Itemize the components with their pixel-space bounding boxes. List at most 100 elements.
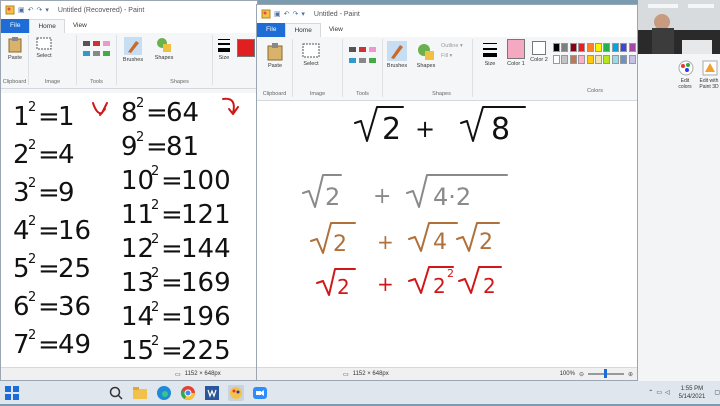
edit-colors-button[interactable] <box>678 60 694 76</box>
save-icon[interactable]: ▣ <box>18 6 25 14</box>
select-button[interactable]: Select <box>299 43 323 67</box>
color2-button[interactable]: Color 2 <box>529 41 549 63</box>
search-icon[interactable] <box>108 385 124 401</box>
palette-swatch[interactable] <box>611 43 619 52</box>
palette-swatch[interactable] <box>561 43 569 52</box>
chevron-up-icon[interactable]: ⌃ <box>648 389 653 396</box>
palette-swatch[interactable] <box>578 43 586 52</box>
save-icon[interactable]: ▣ <box>274 10 281 18</box>
color1-swatch[interactable] <box>237 39 255 57</box>
palette-swatch[interactable] <box>569 55 577 64</box>
equals-sign: = <box>146 98 168 128</box>
clipboard-icon <box>8 37 22 53</box>
image-size-text: 1152 × 648px <box>184 371 221 377</box>
menu-bar: File Home View <box>257 23 637 37</box>
paste-button[interactable]: Paste <box>3 37 27 61</box>
group-label: Tools <box>90 79 103 85</box>
square-exponent: 2 <box>136 130 144 145</box>
canvas-radicals[interactable]: 2 + 8 2 + 4·2 2 + 4 2 2 + 2 2 2 <box>257 101 638 369</box>
tab-home[interactable]: Home <box>29 19 65 33</box>
image-size-icon: ▭ <box>343 371 349 378</box>
radicand-left: 2 <box>333 232 347 257</box>
tab-view[interactable]: View <box>65 19 95 33</box>
fill-button[interactable]: Fill ▾ <box>441 53 452 59</box>
file-menu[interactable]: File <box>257 23 286 37</box>
size-button[interactable]: Size <box>479 41 501 67</box>
color2-swatch <box>532 41 546 55</box>
clock[interactable]: 1:55 PM 5/14/2021 <box>679 385 706 401</box>
undo-icon[interactable]: ↶ <box>28 6 34 14</box>
zoom-in-icon[interactable]: ⊕ <box>628 371 633 378</box>
palette-swatch[interactable] <box>611 55 619 64</box>
color1-button[interactable]: Color 1 <box>505 39 527 67</box>
zoom-out-icon[interactable]: ⊖ <box>579 371 584 378</box>
palette-swatch[interactable] <box>561 55 569 64</box>
squares-table: 12 =122 =432 =942 =1652 =2562 =3672 =4982 =6492 =… <box>13 96 231 366</box>
volume-icon[interactable]: ◁ <box>665 389 670 396</box>
zoom-app-icon[interactable] <box>252 385 268 401</box>
plus-sign: + <box>415 115 435 143</box>
notifications-icon[interactable]: ▢ <box>714 389 720 396</box>
tools-icon <box>349 47 376 63</box>
file-explorer-icon[interactable] <box>132 385 148 401</box>
title-bar: ▣ ↶ ↷ ▾ Untitled (Recovered) - Paint <box>1 1 257 19</box>
palette-swatch[interactable] <box>595 55 602 64</box>
paint-window-recovered[interactable]: ▣ ↶ ↷ ▾ Untitled (Recovered) - Paint Fil… <box>0 0 258 381</box>
canvas-squares[interactable]: 12 =122 =432 =942 =1652 =2562 =3672 =4982 =6492 =… <box>1 93 257 368</box>
paint-window-untitled[interactable]: ▣ ↶ ↷ ▾ Untitled - Paint File Home View … <box>256 4 638 381</box>
zoom-slider[interactable] <box>587 369 624 378</box>
square-base: 12 <box>121 234 154 264</box>
paste-label: Paste <box>267 63 283 69</box>
brushes-button[interactable]: Brushes <box>119 37 147 63</box>
palette-swatch[interactable] <box>628 43 636 52</box>
equals-sign: = <box>161 302 183 332</box>
file-menu[interactable]: File <box>1 19 30 33</box>
palette-swatch[interactable] <box>603 55 611 64</box>
square-base: 14 <box>121 302 154 332</box>
chevron-down-icon[interactable]: ▾ <box>45 6 49 14</box>
brush-icon <box>387 41 407 61</box>
palette-swatch[interactable] <box>603 43 611 52</box>
palette-swatch[interactable] <box>586 43 594 52</box>
ribbon: Paste Clipboard Select Image Tools Brush… <box>257 37 637 101</box>
square-result: 49 <box>58 330 91 360</box>
square-result: 196 <box>181 302 231 332</box>
chevron-down-icon[interactable]: ▾ <box>301 10 305 18</box>
palette-swatch[interactable] <box>628 55 636 64</box>
paste-button[interactable]: Paste <box>261 43 289 69</box>
palette-swatch[interactable] <box>553 55 560 64</box>
chrome-icon[interactable] <box>180 385 196 401</box>
tab-home[interactable]: Home <box>285 23 321 37</box>
redo-icon[interactable]: ↷ <box>293 10 299 18</box>
outline-button[interactable]: Outline ▾ <box>441 43 463 49</box>
paint3d-button[interactable] <box>702 60 718 76</box>
palette-swatch[interactable] <box>553 43 560 52</box>
shapes-label: Shapes <box>416 63 436 69</box>
windows-start-icon[interactable] <box>4 385 20 401</box>
word-icon[interactable] <box>204 385 220 401</box>
square-result: 4 <box>58 140 75 170</box>
square-exponent: 2 <box>136 96 144 111</box>
edge-icon[interactable] <box>156 385 172 401</box>
tab-view[interactable]: View <box>321 23 351 37</box>
palette-swatch[interactable] <box>569 43 577 52</box>
shapes-label: Shapes <box>154 55 174 61</box>
brushes-button[interactable]: Brushes <box>385 41 409 69</box>
palette-swatch[interactable] <box>620 43 628 52</box>
paint-taskbar-icon[interactable] <box>228 384 244 401</box>
palette-swatch[interactable] <box>578 55 586 64</box>
select-button[interactable]: Select <box>33 37 55 59</box>
size-button[interactable]: Size <box>215 37 233 61</box>
palette-swatch[interactable] <box>595 43 602 52</box>
palette-swatch[interactable] <box>586 55 594 64</box>
radicand-right-a: 4 <box>433 230 447 255</box>
shapes-button[interactable]: Shapes <box>413 43 439 69</box>
square-entry: 22 =4 <box>13 138 75 170</box>
group-label: Colors <box>587 88 603 94</box>
undo-icon[interactable]: ↶ <box>284 10 290 18</box>
network-icon[interactable]: ▭ <box>656 389 662 396</box>
shapes-button[interactable]: Shapes <box>151 37 177 61</box>
palette-swatch[interactable] <box>620 55 628 64</box>
square-exponent: 2 <box>151 334 159 349</box>
redo-icon[interactable]: ↷ <box>37 6 43 14</box>
